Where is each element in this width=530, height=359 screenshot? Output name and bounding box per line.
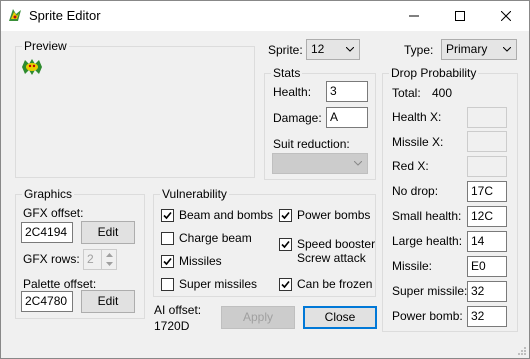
checkbox-box[interactable] <box>279 238 292 251</box>
chevron-down-icon <box>354 161 362 166</box>
check-icon <box>281 211 290 220</box>
checkbox-label: Can be frozen <box>297 277 373 291</box>
minimize-button[interactable] <box>391 1 437 31</box>
apply-button[interactable]: Apply <box>221 306 295 329</box>
gfx-offset-label: GFX offset: <box>23 206 84 220</box>
missile-input[interactable]: E0 <box>467 256 507 277</box>
total-value: 400 <box>432 86 453 100</box>
check-icon <box>163 211 172 220</box>
vulnerability-legend: Vulnerability <box>160 187 229 201</box>
type-select[interactable]: Primary <box>441 39 517 60</box>
close-button[interactable]: Close <box>303 306 377 329</box>
type-select-value: Primary <box>446 42 488 56</box>
check-icon <box>281 240 290 249</box>
check-icon <box>281 280 290 289</box>
gfx-rows-value: 2 <box>87 252 94 266</box>
checkbox-label: Charge beam <box>179 231 252 245</box>
small-health-label: Small health: <box>392 209 462 223</box>
damage-input[interactable]: A <box>326 107 368 128</box>
checkbox-box[interactable] <box>161 278 174 291</box>
gfx-offset-input[interactable]: 2C4194 <box>21 222 73 243</box>
drop-probability-legend: Drop Probability <box>389 66 479 80</box>
checkbox-box[interactable] <box>279 278 292 291</box>
checkbox-label: Power bombs <box>297 208 371 222</box>
checkbox-box[interactable] <box>279 209 292 222</box>
chevron-down-icon <box>346 47 354 52</box>
checkbox-beam-and-bombs[interactable]: Beam and bombs <box>161 208 273 222</box>
minimize-icon <box>409 15 419 17</box>
power-bomb-label: Power bomb: <box>392 309 463 323</box>
preview-group: Preview <box>15 39 255 178</box>
title-bar[interactable]: Sprite Editor <box>1 1 529 31</box>
power-bomb-input[interactable]: 32 <box>467 306 507 327</box>
graphics-legend: Graphics <box>22 187 75 201</box>
checkbox-box[interactable] <box>161 255 174 268</box>
chevron-down-icon <box>503 47 511 52</box>
palette-offset-label: Palette offset: <box>23 277 97 291</box>
checkbox-box[interactable] <box>161 232 174 245</box>
missile-x-label: Missile X: <box>392 135 444 149</box>
palette-edit-button[interactable]: Edit <box>81 290 135 313</box>
ai-offset-value: 1720D <box>154 319 190 333</box>
gfx-rows-stepper[interactable]: 2 <box>83 249 117 270</box>
checkbox-label: Super missiles <box>179 277 258 291</box>
sprite-editor-window: Sprite Editor Preview Sprite: 12 Type: P… <box>0 0 530 359</box>
checkbox-missiles[interactable]: Missiles <box>161 254 222 268</box>
missile-label: Missile: <box>392 259 433 273</box>
damage-label: Damage: <box>273 111 322 125</box>
checkbox-label: Beam and bombs <box>179 208 274 222</box>
spin-down-icon[interactable] <box>102 259 116 268</box>
resize-grip-icon[interactable] <box>517 346 527 356</box>
ai-offset-label: AI offset: <box>154 303 202 317</box>
checkbox-box[interactable] <box>161 209 174 222</box>
checkbox-label: Missiles <box>179 254 222 268</box>
checkbox-label: Speed booster Screw attack <box>297 237 376 265</box>
red-x-label: Red X: <box>392 159 429 173</box>
health-input[interactable]: 3 <box>326 81 368 102</box>
missile-x-input[interactable] <box>467 131 507 152</box>
super-missile-label: Super missile: <box>392 284 468 298</box>
no-drop-input[interactable]: 17C <box>467 181 507 202</box>
health-x-label: Health X: <box>392 110 442 124</box>
close-window-button[interactable] <box>483 1 529 31</box>
large-health-label: Large health: <box>392 234 463 248</box>
checkbox-speed-booster-screw-attack[interactable]: Speed booster Screw attack <box>279 237 375 265</box>
small-health-input[interactable]: 12C <box>467 206 507 227</box>
check-icon <box>163 257 172 266</box>
suit-reduction-select[interactable] <box>272 153 368 174</box>
type-label: Type: <box>404 43 434 57</box>
stats-legend: Stats <box>271 66 303 80</box>
sprite-label: Sprite: <box>268 43 303 57</box>
large-health-input[interactable]: 14 <box>467 231 507 252</box>
window-title: Sprite Editor <box>29 8 101 23</box>
maximize-button[interactable] <box>437 1 483 31</box>
health-x-input[interactable] <box>467 107 507 128</box>
total-label: Total: <box>392 86 421 100</box>
maximize-icon <box>455 11 465 21</box>
checkbox-charge-beam[interactable]: Charge beam <box>161 231 252 245</box>
gfx-edit-button[interactable]: Edit <box>81 221 135 244</box>
preview-legend: Preview <box>22 39 69 53</box>
spin-up-icon[interactable] <box>102 250 116 259</box>
super-missile-input[interactable]: 32 <box>467 281 507 302</box>
suit-reduction-label: Suit reduction: <box>273 137 350 151</box>
red-x-input[interactable] <box>467 156 507 177</box>
close-icon <box>501 11 511 21</box>
palette-offset-input[interactable]: 2C4780 <box>21 291 73 312</box>
sprite-select-value: 12 <box>311 42 325 56</box>
health-label: Health: <box>273 85 312 99</box>
checkbox-power-bombs[interactable]: Power bombs <box>279 208 370 222</box>
sprite-select[interactable]: 12 <box>306 39 360 60</box>
app-icon <box>7 7 23 23</box>
checkbox-can-be-frozen[interactable]: Can be frozen <box>279 277 372 291</box>
sprite-preview-image <box>21 59 43 75</box>
checkbox-super-missiles[interactable]: Super missiles <box>161 277 257 291</box>
gfx-rows-label: GFX rows: <box>23 252 80 266</box>
no-drop-label: No drop: <box>392 184 439 198</box>
